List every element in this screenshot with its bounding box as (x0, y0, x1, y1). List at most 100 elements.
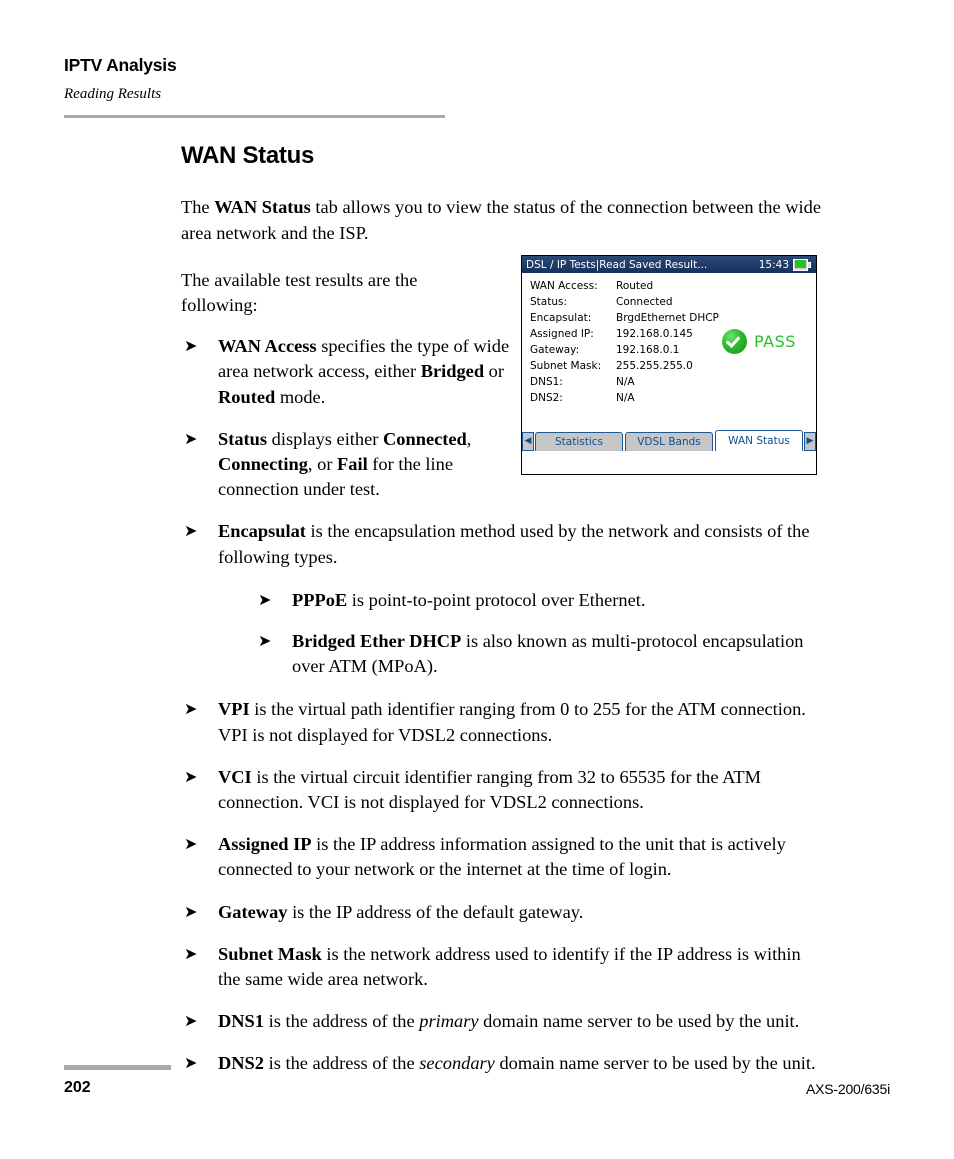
row-label: DNS1: (530, 376, 563, 388)
product-name: AXS-200/635i (806, 1081, 890, 1097)
intro-paragraph: The WAN Status tab allows you to view th… (181, 195, 821, 245)
row-value: BrgdEthernet DHCP (616, 312, 719, 324)
list-item: ➤ Subnet Mask is the network address use… (181, 942, 821, 992)
row-label: Subnet Mask: (530, 360, 602, 372)
device-clock: 15:43 (758, 258, 789, 271)
list-item: ➤ VCI is the virtual circuit identifier … (181, 765, 821, 815)
bullet-arrow-icon: ➤ (184, 766, 198, 786)
bullet-text-b: domain name server to be used by the uni… (478, 1011, 800, 1032)
list-item: ➤ Encapsulat is the encapsulation method… (181, 519, 821, 679)
bullet-term-d: Fail (337, 454, 368, 475)
bullet-text-c: mode. (275, 386, 326, 407)
list-item: ➤ Gateway is the IP address of the defau… (181, 900, 821, 925)
tab-scroll-right-icon[interactable]: ▶ (804, 432, 816, 451)
bullet-arrow-icon: ➤ (184, 1053, 198, 1073)
tab-vdsl-bands[interactable]: VDSL Bands (625, 432, 713, 451)
page-header: IPTV Analysis Reading Results (64, 55, 445, 103)
bullet-text: displays either (267, 428, 384, 449)
table-row: Encapsulat: BrgdEthernet DHCP (530, 311, 719, 327)
list-item: ➤ PPPoE is point-to-point protocol over … (255, 588, 821, 613)
bullet-term: Status (218, 428, 268, 449)
list-item: ➤ VPI is the virtual path identifier ran… (181, 697, 821, 747)
table-row: DNS2: N/A (530, 391, 719, 407)
bullet-text: is the virtual path identifier ranging f… (218, 699, 806, 745)
bullet-text-b: domain name server to be used by the uni… (494, 1053, 816, 1074)
tab-statistics[interactable]: Statistics (535, 432, 623, 451)
bullet-text: is the virtual circuit identifier rangin… (218, 766, 761, 813)
bullet-text: is the encapsulation method used by the … (218, 521, 810, 567)
bullet-list-wide-1: ➤ Encapsulat is the encapsulation method… (181, 519, 821, 1076)
table-row: Subnet Mask: 255.255.255.0 (530, 359, 719, 375)
row-label: Status: (530, 296, 567, 308)
bullet-text-c: , or (307, 454, 338, 475)
bullet-term: Gateway (218, 901, 288, 922)
list-item: ➤ WAN Access specifies the type of wide … (181, 334, 518, 410)
bullet-term-b: Bridged (420, 361, 485, 382)
chapter-title: IPTV Analysis (64, 55, 177, 75)
status-badge: PASS (722, 329, 796, 354)
bullet-emphasis: primary (419, 1011, 479, 1032)
intro-term: WAN Status (214, 197, 311, 218)
device-screenshot-figure: DSL / IP Tests|Read Saved Result... 15:4… (521, 255, 817, 475)
bullet-term-c: Connecting (218, 454, 308, 475)
bullet-term: Bridged Ether DHCP (292, 631, 462, 652)
bullet-arrow-icon: ➤ (184, 834, 198, 854)
bullet-term: VPI (218, 699, 250, 720)
row-value: N/A (616, 376, 635, 388)
wan-status-table: WAN Access: Routed Status: Connected Enc… (530, 279, 719, 407)
footer-divider (64, 1065, 171, 1070)
lead-in-paragraph: The available test results are the follo… (181, 269, 418, 315)
bullet-arrow-icon: ➤ (184, 521, 198, 541)
row-value: N/A (616, 392, 635, 404)
list-item: ➤ Bridged Ether DHCP is also known as mu… (255, 629, 821, 679)
device-tabbar: ◀ Statistics VDSL Bands WAN Status ▶ (522, 427, 816, 451)
page-number: 202 (64, 1079, 91, 1096)
list-item: ➤ Status displays either Connected, Conn… (181, 427, 518, 503)
bullet-term: Encapsulat (218, 521, 306, 542)
device-title: DSL / IP Tests|Read Saved Result... (526, 258, 708, 271)
bullet-text: is point-to-point protocol over Ethernet… (347, 589, 646, 610)
row-value: 255.255.255.0 (616, 360, 693, 372)
bullet-arrow-icon: ➤ (258, 631, 272, 651)
tab-scroll-left-icon[interactable]: ◀ (522, 432, 534, 451)
row-value: Connected (616, 296, 673, 308)
bullet-term: WAN Access (218, 336, 317, 357)
device-titlebar: DSL / IP Tests|Read Saved Result... 15:4… (522, 256, 816, 273)
bullet-term: VCI (218, 766, 252, 787)
bullet-arrow-icon: ➤ (184, 943, 198, 963)
row-label: Gateway: (530, 344, 580, 356)
row-label: WAN Access: (530, 280, 598, 292)
list-item: ➤ DNS1 is the address of the primary dom… (181, 1009, 821, 1034)
row-label: DNS2: (530, 392, 563, 404)
bullet-term: DNS1 (218, 1011, 264, 1032)
bullet-arrow-icon: ➤ (258, 589, 272, 609)
check-circle-icon (722, 329, 747, 354)
table-row: Assigned IP: 192.168.0.145 (530, 327, 719, 343)
bullet-text: is the address of the (264, 1011, 420, 1032)
page-title: WAN Status (181, 142, 315, 169)
bullet-text-b: or (484, 361, 504, 382)
tab-wan-status[interactable]: WAN Status (715, 430, 803, 451)
intro-text-a: The (181, 197, 215, 218)
table-row: WAN Access: Routed (530, 279, 719, 295)
bullet-arrow-icon: ➤ (184, 336, 198, 356)
list-item: ➤ DNS2 is the address of the secondary d… (181, 1051, 821, 1076)
header-divider (64, 115, 445, 118)
table-row: Status: Connected (530, 295, 719, 311)
bullet-arrow-icon: ➤ (184, 428, 198, 448)
row-value: 192.168.0.1 (616, 344, 680, 356)
row-value: Routed (616, 280, 654, 292)
section-subtitle: Reading Results (64, 86, 162, 102)
row-label: Encapsulat: (530, 312, 592, 324)
bullet-term: Subnet Mask (218, 943, 322, 964)
bullet-arrow-icon: ➤ (184, 699, 198, 719)
bullet-arrow-icon: ➤ (184, 1011, 198, 1031)
bullet-text: is the IP address of the default gateway… (287, 901, 584, 922)
row-value: 192.168.0.145 (616, 328, 693, 340)
table-row: DNS1: N/A (530, 375, 719, 391)
battery-charging-icon (793, 258, 812, 271)
bullet-term-c: Routed (218, 386, 276, 407)
bullet-list-nested: ➤ PPPoE is point-to-point protocol over … (255, 588, 821, 680)
row-label: Assigned IP: (530, 328, 594, 340)
bullet-text: is the address of the (264, 1053, 420, 1074)
